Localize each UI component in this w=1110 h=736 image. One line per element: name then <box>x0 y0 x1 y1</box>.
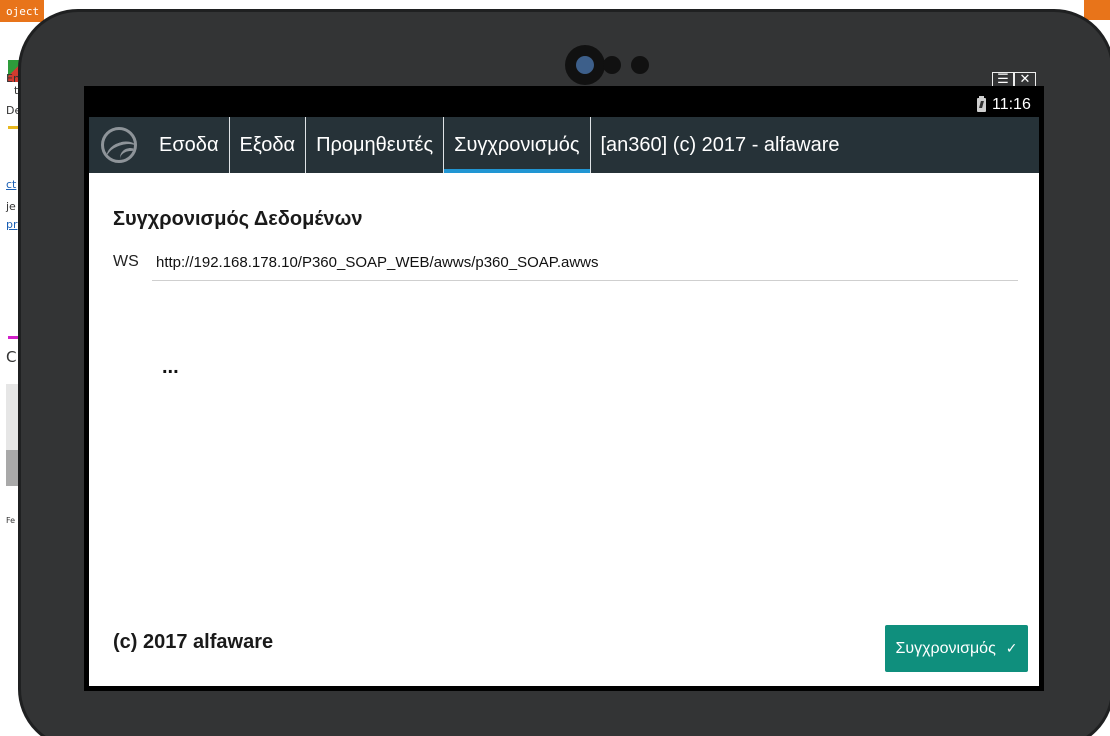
ws-url-input[interactable] <box>152 245 1018 281</box>
background-link[interactable]: ct <box>6 178 16 191</box>
tab-label: Εξοδα <box>239 133 296 156</box>
app-bar: Εσοδα Εξοδα Προμηθευτές Συγχρονισμός [an… <box>89 117 1039 173</box>
footer-copyright: (c) 2017 alfaware <box>113 631 274 653</box>
app-title-label: [an360] (c) 2017 - alfaware <box>600 133 840 156</box>
tab-income[interactable]: Εσοδα <box>149 117 230 173</box>
page-title: Συγχρονισμός Δεδομένων <box>113 208 363 230</box>
sync-status-text: ... <box>162 356 179 378</box>
tab-label: Προμηθευτές <box>316 133 434 156</box>
sync-button-label: Συγχρονισμός <box>895 639 996 657</box>
battery-charging-icon <box>977 96 986 112</box>
tab-expenses[interactable]: Εξοδα <box>230 117 307 173</box>
background-ide-tab-right <box>1084 0 1110 20</box>
sensor-icon <box>631 56 649 74</box>
ws-label: WS <box>113 253 139 270</box>
tab-label: Συγχρονισμός <box>454 133 580 156</box>
tab-label: Εσοδα <box>159 133 219 156</box>
app-title: [an360] (c) 2017 - alfaware <box>591 117 850 173</box>
status-clock: 11:16 <box>992 96 1031 113</box>
app-logo-icon <box>101 127 137 163</box>
desktop: oject En t De ct je pr C Fe ☰ ✕ 11:16 Εσ… <box>0 0 1110 736</box>
sync-button[interactable]: Συγχρονισμός ✓ <box>885 625 1028 672</box>
background-link[interactable]: pr <box>6 218 18 231</box>
sensor-icon <box>603 56 621 74</box>
status-bar: 11:16 <box>89 91 1039 117</box>
tab-suppliers[interactable]: Προμηθευτές <box>306 117 445 173</box>
check-icon: ✓ <box>1005 640 1018 657</box>
camera-icon <box>565 45 605 85</box>
background-text: Fe <box>6 516 16 525</box>
background-ide-tab[interactable]: oject <box>0 0 44 22</box>
background-text: C <box>6 348 17 366</box>
tab-sync[interactable]: Συγχρονισμός <box>444 117 591 173</box>
sync-page: Συγχρονισμός Δεδομένων WS ... (c) 2017 a… <box>89 173 1039 686</box>
app-logo[interactable] <box>89 117 149 173</box>
device-screen: 11:16 Εσοδα Εξοδα Προμηθευτές Συγχρονισμ… <box>84 86 1044 691</box>
background-text: je <box>6 200 16 213</box>
